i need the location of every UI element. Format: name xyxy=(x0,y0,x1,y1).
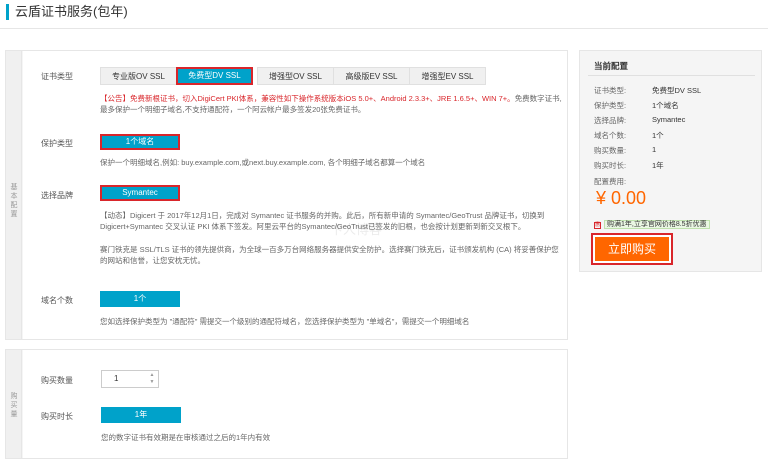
config-row-key: 域名个数: xyxy=(594,131,627,140)
brand-notice-2: 赛门铁克是 SSL/TLS 证书的领先提供商，为全球一百多万台网络服务器提供安全… xyxy=(100,245,559,265)
quantity-value: 1 xyxy=(114,374,119,383)
config-row-key: 购买数量: xyxy=(594,146,627,155)
config-row-value: 1个域名 xyxy=(652,101,679,110)
cert-type-label: 证书类型 xyxy=(41,72,73,81)
tab-advanced-ev[interactable]: 高级版EV SSL xyxy=(333,67,410,85)
purchase-section-label: 购买量 xyxy=(6,350,22,458)
current-config-panel: 当前配置 证书类型: 免费型DV SSL 保护类型: 1个域名 选择品牌: Sy… xyxy=(579,50,762,272)
quantity-label: 购买数量 xyxy=(41,376,73,385)
watermark: 卞人博客 xyxy=(330,222,383,237)
basic-section-label: 基本配置 xyxy=(6,51,22,339)
period-hint: 您的数字证书有效期是在审核通过之后的1年内有效 xyxy=(101,433,271,442)
tab-enhanced-ov[interactable]: 增强型OV SSL xyxy=(257,67,334,85)
config-row-key: 证书类型: xyxy=(594,86,627,95)
quantity-stepper[interactable]: 1 ▲ ▼ xyxy=(101,370,159,388)
brand-label: 选择品牌 xyxy=(41,191,73,200)
config-row-value: 免费型DV SSL xyxy=(652,86,702,95)
config-row-value: 1年 xyxy=(652,161,664,170)
stepper-up-icon[interactable]: ▲ xyxy=(148,372,156,379)
purchase-panel: 购买量 购买数量 1 ▲ ▼ 购买时长 1年 您的数字证书有效期是在审核通过之后… xyxy=(5,349,568,459)
promo-text: 购满1年,立享官网价格8.5折优惠 xyxy=(604,220,710,229)
domain-count-hint: 您如选择保护类型为 "通配符" 需提交一个级别的通配符域名，您选择保护类型为 "… xyxy=(100,317,470,326)
buy-now-label[interactable]: 立即购买 xyxy=(595,237,669,261)
stepper-down-icon[interactable]: ▼ xyxy=(148,379,156,386)
brand-symantec-button[interactable]: Symantec xyxy=(100,185,180,201)
fee-label: 配置费用: xyxy=(594,177,627,186)
period-label: 购买时长 xyxy=(41,412,73,421)
cert-notice: 【公告】免费新根证书，切入DigiCert PKI体系，兼容性如下操作系统版本i… xyxy=(100,93,562,115)
protect-type-hint: 保护一个明细域名,例如: buy.example.com,或next.buy.e… xyxy=(100,158,426,167)
protect-one-domain-button[interactable]: 1个域名 xyxy=(100,134,180,150)
config-row-key: 购买时长: xyxy=(594,161,627,170)
basic-config-panel: 基本配置 证书类型 专业版OV SSL 免费型DV SSL 增强型OV SSL … xyxy=(5,50,568,340)
domain-count-button[interactable]: 1个 xyxy=(100,291,180,307)
config-row-value: 1个 xyxy=(652,131,664,140)
tab-free-dv[interactable]: 免费型DV SSL xyxy=(176,67,253,85)
page-title: 云盾证书服务(包年) xyxy=(6,4,128,20)
config-title: 当前配置 xyxy=(594,61,629,71)
tab-professional-ov[interactable]: 专业版OV SSL xyxy=(100,67,177,85)
config-divider xyxy=(588,75,755,76)
config-row-value: Symantec xyxy=(652,115,686,124)
config-row-value: 1 xyxy=(652,145,657,154)
protect-type-label: 保护类型 xyxy=(41,139,73,148)
price-value: ¥ 0.00 xyxy=(596,188,647,208)
config-row-key: 选择品牌: xyxy=(594,116,627,125)
domain-count-label: 域名个数 xyxy=(41,296,73,305)
tab-enhanced-ev[interactable]: 增强型EV SSL xyxy=(409,67,486,85)
discount-icon: 惠 xyxy=(594,222,601,229)
cert-notice-red: 【公告】免费新根证书，切入DigiCert PKI体系，兼容性如下操作系统版本i… xyxy=(100,94,515,103)
config-row-key: 保护类型: xyxy=(594,101,627,110)
buy-now-button[interactable]: 立即购买 xyxy=(591,233,673,265)
promo-banner: 惠购满1年,立享官网价格8.5折优惠 xyxy=(594,219,710,229)
stepper-arrows[interactable]: ▲ ▼ xyxy=(148,372,156,386)
title-divider xyxy=(0,28,768,29)
period-1-year-button[interactable]: 1年 xyxy=(101,407,181,423)
